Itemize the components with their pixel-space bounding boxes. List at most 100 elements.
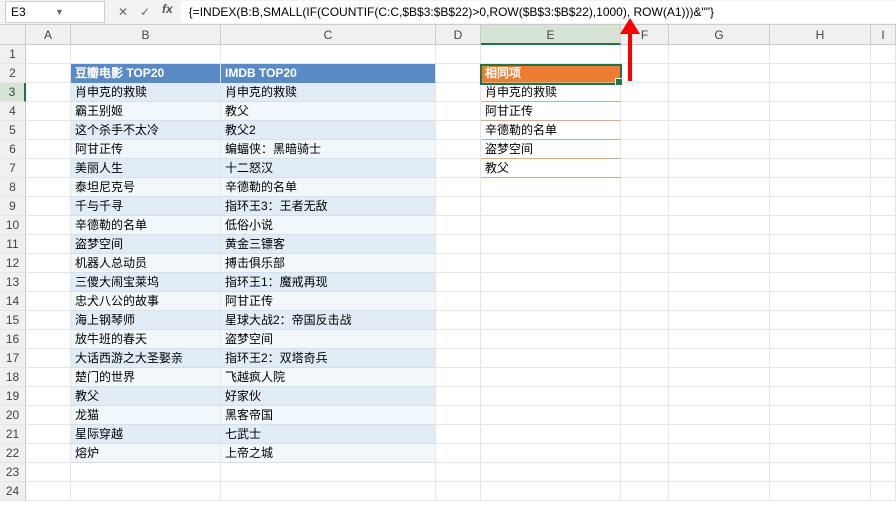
cell[interactable] bbox=[669, 235, 770, 254]
cell[interactable] bbox=[436, 197, 481, 216]
imdb-cell[interactable]: 七武士 bbox=[221, 425, 436, 444]
douban-cell[interactable]: 龙猫 bbox=[71, 406, 221, 425]
cell[interactable] bbox=[621, 102, 669, 121]
cell[interactable] bbox=[436, 235, 481, 254]
cell[interactable] bbox=[621, 349, 669, 368]
cell[interactable] bbox=[770, 235, 871, 254]
cell[interactable] bbox=[26, 216, 71, 235]
cell[interactable] bbox=[871, 482, 896, 501]
cell[interactable] bbox=[871, 121, 896, 140]
cell[interactable] bbox=[871, 368, 896, 387]
douban-cell[interactable]: 大话西游之大圣娶亲 bbox=[71, 349, 221, 368]
column-header-D[interactable]: D bbox=[436, 25, 481, 45]
cell[interactable] bbox=[481, 463, 621, 482]
cell[interactable] bbox=[770, 368, 871, 387]
douban-cell[interactable]: 美丽人生 bbox=[71, 159, 221, 178]
cell[interactable] bbox=[436, 463, 481, 482]
cell[interactable] bbox=[621, 121, 669, 140]
result-cell[interactable]: 教父 bbox=[481, 159, 621, 178]
cell[interactable] bbox=[436, 64, 481, 83]
cell[interactable] bbox=[669, 311, 770, 330]
cell[interactable] bbox=[481, 425, 621, 444]
result-cell[interactable]: 肖申克的救赎 bbox=[481, 83, 621, 102]
cell[interactable] bbox=[26, 235, 71, 254]
column-header-F[interactable]: F bbox=[621, 25, 669, 45]
cell[interactable] bbox=[436, 406, 481, 425]
douban-cell[interactable]: 泰坦尼克号 bbox=[71, 178, 221, 197]
douban-cell[interactable]: 海上钢琴师 bbox=[71, 311, 221, 330]
header-results[interactable]: 相同项 bbox=[481, 64, 621, 83]
imdb-cell[interactable]: 指环王2：双塔奇兵 bbox=[221, 349, 436, 368]
row-header-20[interactable]: 20 bbox=[0, 406, 26, 425]
imdb-cell[interactable]: 教父2 bbox=[221, 121, 436, 140]
cell[interactable] bbox=[669, 197, 770, 216]
cell[interactable] bbox=[436, 482, 481, 501]
cell[interactable] bbox=[770, 330, 871, 349]
cell[interactable] bbox=[436, 102, 481, 121]
cell[interactable] bbox=[871, 235, 896, 254]
cell[interactable] bbox=[436, 159, 481, 178]
cell[interactable] bbox=[669, 292, 770, 311]
cell[interactable] bbox=[871, 273, 896, 292]
row-header-2[interactable]: 2 bbox=[0, 64, 26, 83]
cell[interactable] bbox=[621, 159, 669, 178]
cell[interactable] bbox=[26, 425, 71, 444]
row-header-19[interactable]: 19 bbox=[0, 387, 26, 406]
cell[interactable] bbox=[481, 349, 621, 368]
cell[interactable] bbox=[26, 64, 71, 83]
douban-cell[interactable]: 千与千寻 bbox=[71, 197, 221, 216]
cell[interactable] bbox=[481, 406, 621, 425]
cell[interactable] bbox=[770, 387, 871, 406]
cell[interactable] bbox=[669, 140, 770, 159]
row-header-10[interactable]: 10 bbox=[0, 216, 26, 235]
douban-cell[interactable]: 盗梦空间 bbox=[71, 235, 221, 254]
cell[interactable] bbox=[481, 330, 621, 349]
header-douban[interactable]: 豆瓣电影 TOP20 bbox=[71, 64, 221, 83]
cell[interactable] bbox=[770, 406, 871, 425]
cell[interactable] bbox=[481, 444, 621, 463]
row-header-15[interactable]: 15 bbox=[0, 311, 26, 330]
cell[interactable] bbox=[221, 45, 436, 64]
cell[interactable] bbox=[871, 425, 896, 444]
douban-cell[interactable]: 这个杀手不太冷 bbox=[71, 121, 221, 140]
cell[interactable] bbox=[770, 121, 871, 140]
imdb-cell[interactable]: 低俗小说 bbox=[221, 216, 436, 235]
cell[interactable] bbox=[26, 406, 71, 425]
fx-icon[interactable]: fx bbox=[157, 2, 178, 22]
cell[interactable] bbox=[770, 425, 871, 444]
cell[interactable] bbox=[770, 83, 871, 102]
imdb-cell[interactable]: 搏击俱乐部 bbox=[221, 254, 436, 273]
cell[interactable] bbox=[436, 121, 481, 140]
cell[interactable] bbox=[26, 463, 71, 482]
cell[interactable] bbox=[621, 83, 669, 102]
douban-cell[interactable]: 忠犬八公的故事 bbox=[71, 292, 221, 311]
cell[interactable] bbox=[481, 311, 621, 330]
result-cell[interactable]: 辛德勒的名单 bbox=[481, 121, 621, 140]
cell[interactable] bbox=[669, 368, 770, 387]
row-header-1[interactable]: 1 bbox=[0, 45, 26, 64]
result-cell[interactable]: 盗梦空间 bbox=[481, 140, 621, 159]
spreadsheet-grid[interactable]: ABCDEFGHI12豆瓣电影 TOP20IMDB TOP20相同项3肖申克的救… bbox=[0, 25, 896, 501]
cell[interactable] bbox=[871, 159, 896, 178]
select-all-corner[interactable] bbox=[0, 25, 26, 45]
douban-cell[interactable]: 辛德勒的名单 bbox=[71, 216, 221, 235]
cell[interactable] bbox=[871, 330, 896, 349]
cell[interactable] bbox=[26, 444, 71, 463]
name-box[interactable]: E3 ▼ bbox=[5, 1, 105, 23]
cell[interactable] bbox=[621, 425, 669, 444]
row-header-5[interactable]: 5 bbox=[0, 121, 26, 140]
cell[interactable] bbox=[669, 64, 770, 83]
cell[interactable] bbox=[26, 197, 71, 216]
cell[interactable] bbox=[871, 444, 896, 463]
cell[interactable] bbox=[26, 311, 71, 330]
row-header-11[interactable]: 11 bbox=[0, 235, 26, 254]
cell[interactable] bbox=[481, 235, 621, 254]
cell[interactable] bbox=[481, 45, 621, 64]
column-header-A[interactable]: A bbox=[26, 25, 71, 45]
cancel-formula-icon[interactable]: ✕ bbox=[113, 2, 133, 22]
cell[interactable] bbox=[770, 197, 871, 216]
cell[interactable] bbox=[436, 330, 481, 349]
cell[interactable] bbox=[871, 197, 896, 216]
cell[interactable] bbox=[669, 349, 770, 368]
cell[interactable] bbox=[26, 482, 71, 501]
